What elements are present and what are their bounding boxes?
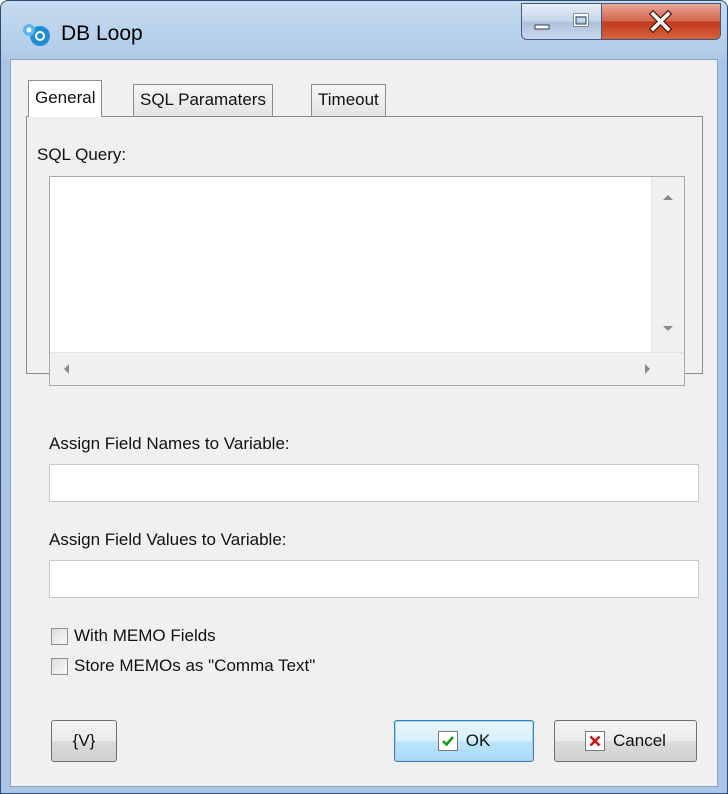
field-names-label: Assign Field Names to Variable: xyxy=(49,434,290,453)
with-memo-fields-label: With MEMO Fields xyxy=(74,626,216,645)
field-values-label: Assign Field Values to Variable: xyxy=(49,530,287,549)
minimize-icon xyxy=(534,24,550,30)
tab-general[interactable]: General xyxy=(28,80,103,117)
title-bar[interactable]: DB Loop xyxy=(1,1,727,59)
sql-query-textarea[interactable] xyxy=(49,176,685,386)
variables-button-label: {V} xyxy=(72,731,96,750)
field-names-input[interactable] xyxy=(49,464,699,502)
store-memos-row[interactable]: Store MEMOs as "Comma Text" xyxy=(51,656,315,676)
field-values-input[interactable] xyxy=(49,560,699,598)
scroll-down-arrow-icon[interactable] xyxy=(662,325,674,333)
variables-button[interactable]: {V} xyxy=(51,720,117,762)
red-x-icon xyxy=(585,731,606,751)
tab-sql-parameters[interactable]: SQL Paramaters xyxy=(133,84,273,116)
green-check-icon xyxy=(437,731,458,751)
with-memo-fields-row[interactable]: With MEMO Fields xyxy=(51,626,216,646)
minimize-button[interactable] xyxy=(521,3,563,40)
tab-general-label: General xyxy=(35,88,96,107)
scroll-up-arrow-icon[interactable] xyxy=(662,193,674,201)
horizontal-scrollbar[interactable] xyxy=(50,352,684,385)
scroll-left-arrow-icon[interactable] xyxy=(62,363,70,375)
ok-button-label: OK xyxy=(465,731,491,750)
close-icon xyxy=(648,9,673,34)
tab-timeout-label: Timeout xyxy=(318,90,379,109)
vertical-scrollbar[interactable] xyxy=(651,177,684,353)
general-tab-panel: SQL Query: xyxy=(26,116,703,386)
sql-query-label: SQL Query: xyxy=(37,145,127,164)
close-button[interactable] xyxy=(602,3,721,40)
db-loop-window: DB Loop General SQL Paramaters Timeout S… xyxy=(0,0,728,794)
ok-button[interactable]: OK xyxy=(394,720,534,762)
cancel-button-label: Cancel xyxy=(613,731,666,750)
maximize-button[interactable] xyxy=(562,3,602,40)
dialog-client-area: General SQL Paramaters Timeout SQL Query… xyxy=(10,59,718,787)
store-memos-label: Store MEMOs as "Comma Text" xyxy=(74,656,316,675)
tab-timeout[interactable]: Timeout xyxy=(311,84,386,116)
tab-sql-parameters-label: SQL Paramaters xyxy=(140,90,266,109)
db-loop-app-icon xyxy=(23,24,50,46)
maximize-icon xyxy=(573,13,589,27)
window-title: DB Loop xyxy=(61,22,143,45)
scroll-right-arrow-icon[interactable] xyxy=(644,363,652,375)
store-memos-checkbox[interactable] xyxy=(51,657,68,675)
cancel-button[interactable]: Cancel xyxy=(554,720,697,762)
with-memo-fields-checkbox[interactable] xyxy=(51,627,68,645)
